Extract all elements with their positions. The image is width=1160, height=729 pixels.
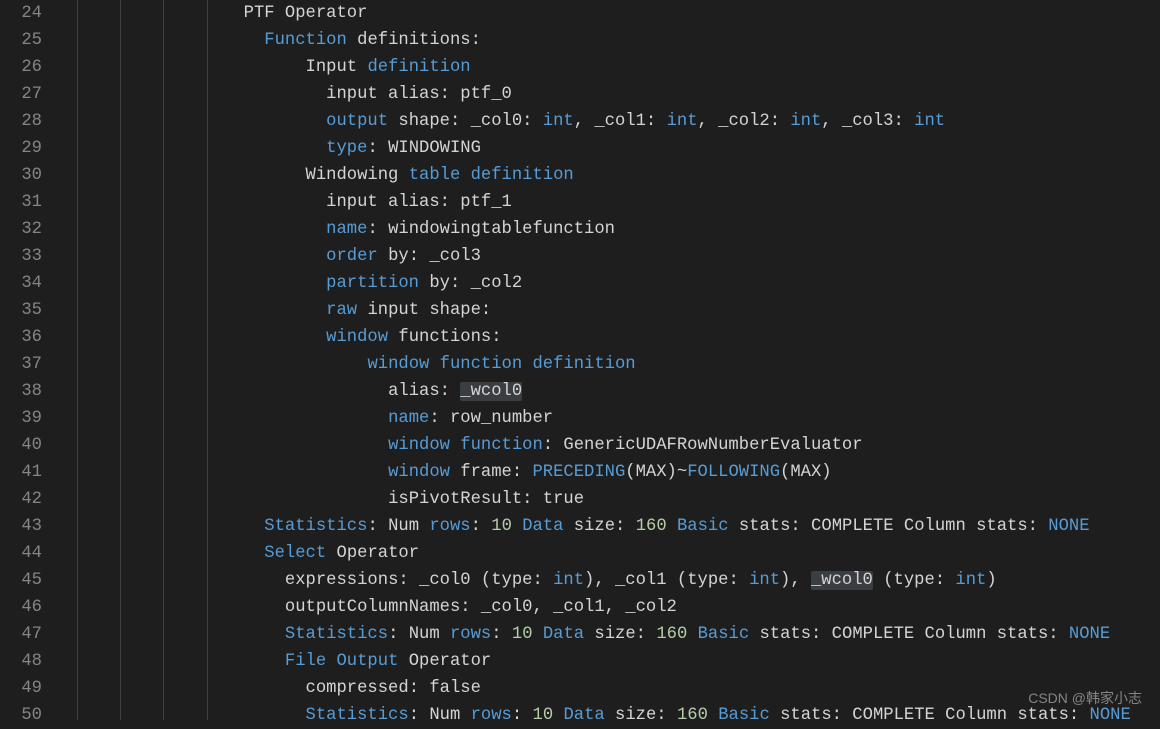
highlighted-token: _wcol0 — [460, 382, 522, 401]
code-line[interactable]: type: WINDOWING — [58, 135, 1131, 162]
code-line[interactable]: input alias: ptf_1 — [58, 189, 1131, 216]
line-number: 28 — [0, 108, 42, 135]
line-number: 27 — [0, 81, 42, 108]
code-line[interactable]: window functions: — [58, 324, 1131, 351]
line-number: 29 — [0, 135, 42, 162]
line-number: 44 — [0, 540, 42, 567]
line-number: 46 — [0, 594, 42, 621]
code-line[interactable]: window function: GenericUDAFRowNumberEva… — [58, 432, 1131, 459]
code-editor[interactable]: 2425262728293031323334353637383940414243… — [0, 0, 1160, 720]
code-line[interactable]: window frame: PRECEDING(MAX)~FOLLOWING(M… — [58, 459, 1131, 486]
code-line[interactable]: Windowing table definition — [58, 162, 1131, 189]
line-number: 33 — [0, 243, 42, 270]
code-line[interactable]: Input definition — [58, 54, 1131, 81]
line-number: 41 — [0, 459, 42, 486]
code-line[interactable]: compressed: false — [58, 675, 1131, 702]
code-line[interactable]: Statistics: Num rows: 10 Data size: 160 … — [58, 513, 1131, 540]
code-line[interactable]: outputColumnNames: _col0, _col1, _col2 — [58, 594, 1131, 621]
line-number: 34 — [0, 270, 42, 297]
line-number: 45 — [0, 567, 42, 594]
code-line[interactable]: Select Operator — [58, 540, 1131, 567]
code-line[interactable]: name: row_number — [58, 405, 1131, 432]
line-number: 24 — [0, 0, 42, 27]
code-line[interactable]: File Output Operator — [58, 648, 1131, 675]
code-line[interactable]: Statistics: Num rows: 10 Data size: 160 … — [58, 702, 1131, 729]
line-number: 30 — [0, 162, 42, 189]
code-line[interactable]: isPivotResult: true — [58, 486, 1131, 513]
code-line[interactable]: input alias: ptf_0 — [58, 81, 1131, 108]
code-line[interactable]: window function definition — [58, 351, 1131, 378]
code-line[interactable]: partition by: _col2 — [58, 270, 1131, 297]
line-number: 35 — [0, 297, 42, 324]
highlighted-token: _wcol0 — [811, 571, 873, 590]
line-number: 32 — [0, 216, 42, 243]
code-line[interactable]: output shape: _col0: int, _col1: int, _c… — [58, 108, 1131, 135]
code-line[interactable]: alias: _wcol0 — [58, 378, 1131, 405]
line-number-gutter: 2425262728293031323334353637383940414243… — [0, 0, 58, 720]
code-line[interactable]: PTF Operator — [58, 0, 1131, 27]
code-line[interactable]: Function definitions: — [58, 27, 1131, 54]
code-line[interactable]: raw input shape: — [58, 297, 1131, 324]
line-number: 38 — [0, 378, 42, 405]
line-number: 43 — [0, 513, 42, 540]
watermark-label: CSDN @韩家小志 — [1028, 685, 1142, 712]
line-number: 26 — [0, 54, 42, 81]
code-content[interactable]: PTF Operator Function definitions: Input… — [58, 0, 1131, 720]
code-line[interactable]: order by: _col3 — [58, 243, 1131, 270]
line-number: 36 — [0, 324, 42, 351]
line-number: 31 — [0, 189, 42, 216]
line-number: 50 — [0, 702, 42, 729]
line-number: 39 — [0, 405, 42, 432]
line-number: 42 — [0, 486, 42, 513]
code-line[interactable]: Statistics: Num rows: 10 Data size: 160 … — [58, 621, 1131, 648]
line-number: 25 — [0, 27, 42, 54]
line-number: 47 — [0, 621, 42, 648]
line-number: 49 — [0, 675, 42, 702]
line-number: 48 — [0, 648, 42, 675]
code-line[interactable]: expressions: _col0 (type: int), _col1 (t… — [58, 567, 1131, 594]
line-number: 37 — [0, 351, 42, 378]
code-line[interactable]: name: windowingtablefunction — [58, 216, 1131, 243]
line-number: 40 — [0, 432, 42, 459]
